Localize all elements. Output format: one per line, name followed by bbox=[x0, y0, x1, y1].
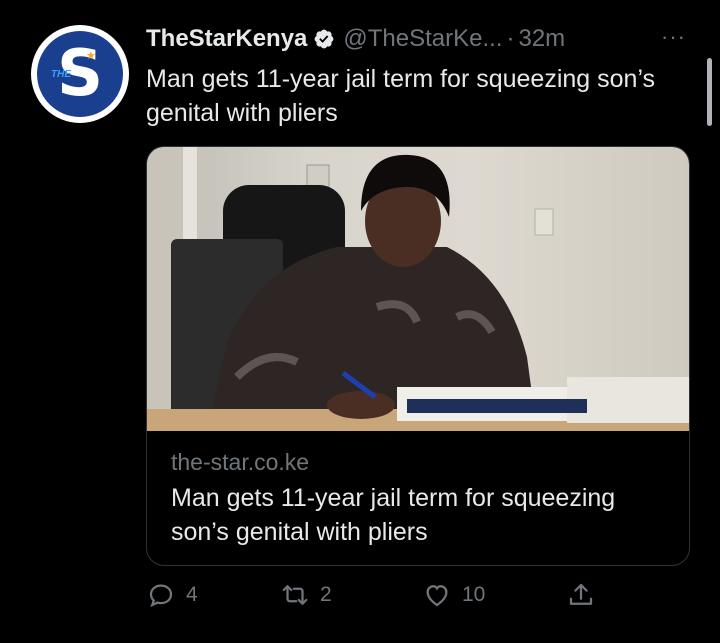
card-domain[interactable]: the-star.co.ke bbox=[171, 449, 309, 476]
retweet-icon bbox=[282, 585, 308, 605]
timestamp[interactable]: 32m bbox=[518, 25, 565, 53]
scrollbar[interactable] bbox=[707, 58, 712, 126]
heart-icon bbox=[426, 585, 448, 607]
avatar[interactable]: S THE ★ bbox=[31, 25, 129, 123]
like-button[interactable]: 10 bbox=[422, 580, 485, 610]
more-icon[interactable]: ··· bbox=[661, 24, 686, 50]
tweet-actions: 4 2 10 bbox=[146, 580, 606, 616]
card-title[interactable]: Man gets 11-year jail term for squeezing… bbox=[171, 481, 651, 549]
display-name[interactable]: TheStarKenya bbox=[146, 25, 307, 53]
share-button[interactable] bbox=[566, 580, 606, 610]
verified-badge-icon bbox=[313, 28, 335, 50]
handle[interactable]: @TheStarKe... bbox=[343, 25, 502, 53]
avatar-letter: S bbox=[56, 37, 104, 111]
avatar-logo: S THE ★ bbox=[37, 31, 123, 117]
like-count: 10 bbox=[462, 583, 486, 606]
reply-icon bbox=[149, 584, 173, 608]
reply-count: 4 bbox=[186, 583, 198, 606]
link-card[interactable]: the-star.co.ke Man gets 11-year jail ter… bbox=[146, 146, 690, 566]
star-icon: ★ bbox=[86, 50, 96, 62]
reply-button[interactable]: 4 bbox=[146, 580, 198, 610]
retweet-count: 2 bbox=[320, 583, 332, 606]
tweet-text: Man gets 11-year jail term for squeezing… bbox=[146, 65, 656, 127]
retweet-button[interactable]: 2 bbox=[280, 580, 332, 610]
card-image bbox=[147, 147, 689, 431]
tweet-header: TheStarKenya @TheStarKe... · 32m bbox=[146, 22, 700, 56]
avatar-tag: THE bbox=[51, 69, 71, 80]
share-icon bbox=[569, 583, 593, 605]
separator: · bbox=[506, 25, 515, 52]
